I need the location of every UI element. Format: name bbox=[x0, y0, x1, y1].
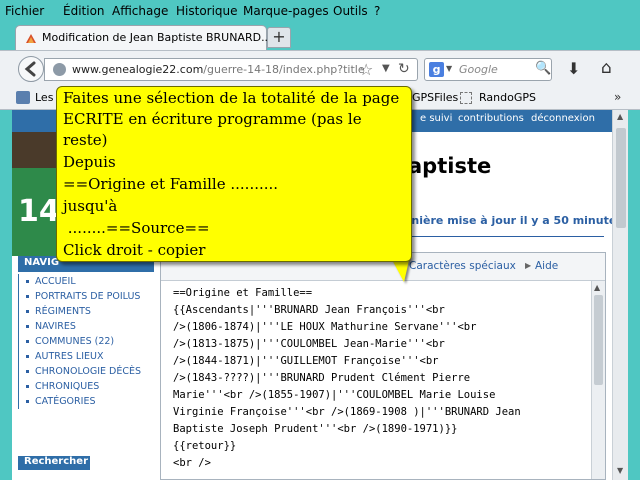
scroll-up-icon[interactable]: ▲ bbox=[594, 283, 600, 292]
sidebar: NAVIG ACCUEIL PORTRAITS DE POILUS RÉGIME… bbox=[12, 256, 156, 480]
globe-icon bbox=[53, 63, 66, 76]
menu-help[interactable]: ? bbox=[374, 4, 380, 18]
callout-line: Click droit - copier bbox=[63, 241, 206, 259]
header-link-deconnexion[interactable]: déconnexion bbox=[531, 113, 595, 124]
wikitext-line: Virginie Françoise'''<br />(1869-1908 )|… bbox=[173, 406, 521, 418]
wikitext-textarea[interactable]: ==Origine et Famille== {{Ascendants|'''BR… bbox=[161, 281, 591, 479]
bookmark-star-icon[interactable]: ☆ bbox=[359, 60, 373, 79]
sidebar-item-regiments[interactable]: RÉGIMENTS bbox=[19, 304, 154, 319]
download-icon[interactable]: ⬇ bbox=[567, 59, 580, 78]
bookmark-randogps[interactable]: RandoGPS bbox=[479, 91, 536, 104]
wikitext-line: ==Origine et Famille== bbox=[173, 287, 313, 299]
back-button[interactable] bbox=[18, 56, 44, 82]
callout-line: ........==Source== bbox=[63, 219, 210, 237]
wikitext-line: />(1843-????)|'''BRUNARD Prudent Clément… bbox=[173, 372, 471, 384]
wikitext-line: />(1806-1874)|'''LE HOUX Mathurine Serva… bbox=[173, 321, 477, 333]
wikitext-line: />(1844-1871)|'''GUILLEMOT Françoise'''<… bbox=[173, 355, 439, 367]
wiki-editor: ▶ Caractères spéciaux ▶ Aide ==Origine e… bbox=[160, 252, 606, 480]
page-scrollbar[interactable]: ▲ ▼ bbox=[612, 110, 628, 480]
tab-strip: Modification de Jean Baptiste BRUNARD...… bbox=[0, 24, 640, 50]
menu-affichage[interactable]: Affichage bbox=[112, 4, 168, 18]
wikitext-line: {{retour}} bbox=[173, 440, 237, 452]
bookmark-folder-icon bbox=[16, 91, 30, 104]
header-link-contributions[interactable]: contributions bbox=[458, 113, 524, 124]
callout-line: Depuis bbox=[63, 153, 116, 171]
header-link-suivi[interactable]: e suivi bbox=[420, 113, 452, 124]
google-engine-icon[interactable]: g bbox=[429, 62, 444, 77]
url-dropdown-icon[interactable]: ▼ bbox=[382, 63, 390, 74]
home-icon[interactable]: ⌂ bbox=[601, 58, 612, 78]
sidebar-item-chroniques[interactable]: CHRONIQUES bbox=[19, 379, 154, 394]
tab-active[interactable]: Modification de Jean Baptiste BRUNARD... bbox=[15, 25, 272, 50]
textarea-scrollbar[interactable]: ▲ bbox=[591, 281, 605, 479]
scroll-up-icon[interactable]: ▲ bbox=[617, 112, 623, 121]
callout-line: jusqu'à bbox=[63, 197, 118, 215]
new-tab-button[interactable]: + bbox=[267, 27, 291, 48]
search-bar[interactable]: g ▼ Google 🔍 bbox=[424, 58, 552, 81]
page-scroll-thumb[interactable] bbox=[616, 128, 626, 228]
sidebar-item-categories[interactable]: CATÉGORIES bbox=[19, 394, 154, 409]
menu-bar: Fichier Édition Affichage Historique Mar… bbox=[0, 0, 640, 24]
callout-line: ==Origine et Famille .......... bbox=[63, 175, 279, 193]
bookmark-gpsfiles[interactable]: GPSFiles bbox=[412, 91, 458, 104]
help-button[interactable]: Aide bbox=[535, 260, 558, 272]
textarea-scroll-thumb[interactable] bbox=[594, 295, 603, 385]
search-placeholder: Google bbox=[459, 63, 498, 76]
wikitext-line: />(1813-1875)|'''COULOMBEL Jean-Marie'''… bbox=[173, 338, 445, 350]
tab-title: Modification de Jean Baptiste BRUNARD... bbox=[42, 31, 272, 44]
wikitext-line: <br /> bbox=[173, 457, 211, 469]
special-chars-button[interactable]: Caractères spéciaux bbox=[409, 260, 516, 272]
menu-outils[interactable]: Outils bbox=[333, 4, 368, 18]
sidebar-item-navires[interactable]: NAVIRES bbox=[19, 319, 154, 334]
reload-icon[interactable]: ↻ bbox=[398, 61, 410, 77]
url-bar[interactable]: www.genealogie22.com/guerre-14-18/index.… bbox=[44, 58, 418, 81]
engine-dropdown-icon[interactable]: ▼ bbox=[446, 64, 452, 73]
last-update-text: rnière mise à jour il y a 50 minutes bbox=[406, 214, 623, 227]
sidebar-search-heading: Rechercher bbox=[18, 456, 90, 470]
callout-line: ECRITE en écriture programme (pas le bbox=[63, 110, 362, 128]
instruction-callout: Faites une sélection de la totalité de l… bbox=[56, 86, 412, 262]
url-text: www.genealogie22.com/guerre-14-18/index.… bbox=[72, 63, 365, 76]
menu-marque-pages[interactable]: Marque-pages bbox=[243, 4, 329, 18]
wikitext-line: {{Ascendants|'''BRUNARD Jean François'''… bbox=[173, 304, 445, 316]
logo-number: 14 bbox=[18, 194, 60, 229]
bookmark-page-icon bbox=[460, 92, 472, 104]
menu-fichier[interactable]: Fichier bbox=[5, 4, 44, 18]
callout-line: Faites une sélection de la totalité de l… bbox=[63, 89, 400, 107]
menu-historique[interactable]: Historique bbox=[176, 4, 238, 18]
scroll-down-icon[interactable]: ▼ bbox=[617, 466, 623, 475]
wikitext-line: Baptiste Joseph Prudent'''<br />(1890-19… bbox=[173, 423, 458, 435]
sidebar-item-communes[interactable]: COMMUNES (22) bbox=[19, 334, 154, 349]
callout-line: reste) bbox=[63, 131, 108, 149]
sidebar-item-portraits[interactable]: PORTRAITS DE POILUS bbox=[19, 289, 154, 304]
navigation-bar: www.genealogie22.com/guerre-14-18/index.… bbox=[0, 50, 640, 86]
sidebar-nav-list: ACCUEIL PORTRAITS DE POILUS RÉGIMENTS NA… bbox=[18, 274, 154, 409]
page-title: aptiste bbox=[408, 154, 492, 178]
bookmarks-more-button[interactable]: » bbox=[614, 90, 621, 104]
site-favicon-icon bbox=[26, 34, 36, 43]
help-arrow-icon: ▶ bbox=[525, 261, 532, 270]
bookmark-les[interactable]: Les bbox=[35, 91, 53, 104]
menu-edition[interactable]: Édition bbox=[63, 4, 105, 18]
sidebar-item-chronologie[interactable]: CHRONOLOGIE DÉCÈS bbox=[19, 364, 154, 379]
back-arrow-icon bbox=[24, 61, 36, 77]
wikitext-line: Marie'''<br />(1855-1907)|'''COULOMBEL M… bbox=[173, 389, 496, 401]
search-icon[interactable]: 🔍 bbox=[535, 61, 551, 76]
sidebar-item-autres-lieux[interactable]: AUTRES LIEUX bbox=[19, 349, 154, 364]
sidebar-item-accueil[interactable]: ACCUEIL bbox=[19, 274, 154, 289]
